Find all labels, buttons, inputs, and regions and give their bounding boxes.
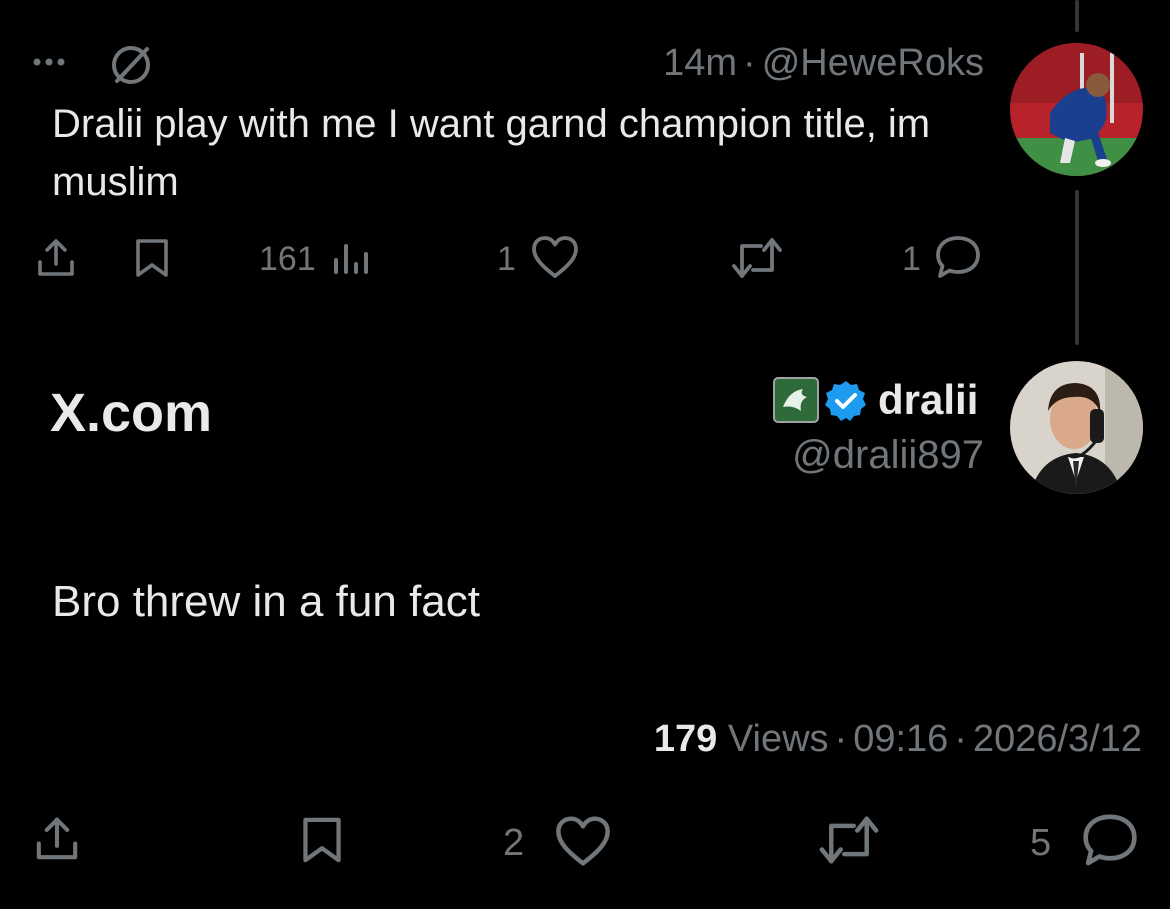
share-icon[interactable]	[34, 236, 78, 280]
parent-meta: 14m · @HeweRoks	[663, 42, 984, 85]
main-tweet-text: Bro threw in a fun fact	[52, 577, 480, 626]
stats-separator-2: ·	[954, 718, 967, 760]
parent-likes-count: 1	[497, 240, 516, 278]
parent-tweet-text: Dralii play with me I want garnd champio…	[52, 102, 931, 204]
parent-handle[interactable]: @HeweRoks	[762, 42, 984, 84]
parent-avatar[interactable]	[1010, 43, 1143, 176]
affiliate-badge-icon[interactable]	[773, 377, 819, 423]
main-likes-count: 2	[503, 822, 525, 864]
views-count: 179	[653, 718, 718, 760]
retweet-icon[interactable]	[731, 236, 783, 280]
like-icon[interactable]	[553, 814, 613, 868]
main-avatar[interactable]	[1010, 361, 1143, 494]
views-label: Views	[727, 718, 829, 760]
more-options-icon[interactable]	[30, 54, 76, 70]
tweet-date: 2026/3/12	[972, 718, 1142, 760]
parent-time: 14m	[663, 42, 738, 84]
parent-separator: ·	[743, 42, 756, 84]
muted-icon[interactable]	[108, 42, 154, 88]
bookmark-icon[interactable]	[296, 813, 348, 867]
site-label: X.com	[50, 383, 213, 443]
retweet-icon[interactable]	[817, 814, 881, 866]
thread-line-top	[1075, 0, 1079, 32]
reply-icon[interactable]	[1080, 812, 1140, 868]
user-handle[interactable]: @dralii897	[792, 433, 984, 478]
verified-badge-icon	[824, 379, 868, 423]
like-icon[interactable]	[530, 234, 580, 280]
main-replies-count: 5	[1030, 822, 1052, 864]
stats-separator-1: ·	[834, 718, 848, 760]
thread-line-middle	[1075, 190, 1079, 345]
bookmark-icon[interactable]	[130, 236, 174, 280]
reply-icon[interactable]	[934, 234, 982, 280]
share-icon[interactable]	[32, 814, 82, 864]
parent-replies-count: 1	[902, 240, 921, 278]
tweet-time: 09:16	[853, 718, 949, 760]
parent-views-count: 161	[259, 240, 316, 278]
tweet-stats-line: 179 Views · 09:16 · 2026/3/12	[654, 718, 1142, 761]
display-name[interactable]: dralii	[878, 376, 978, 424]
analytics-icon[interactable]	[330, 236, 374, 280]
